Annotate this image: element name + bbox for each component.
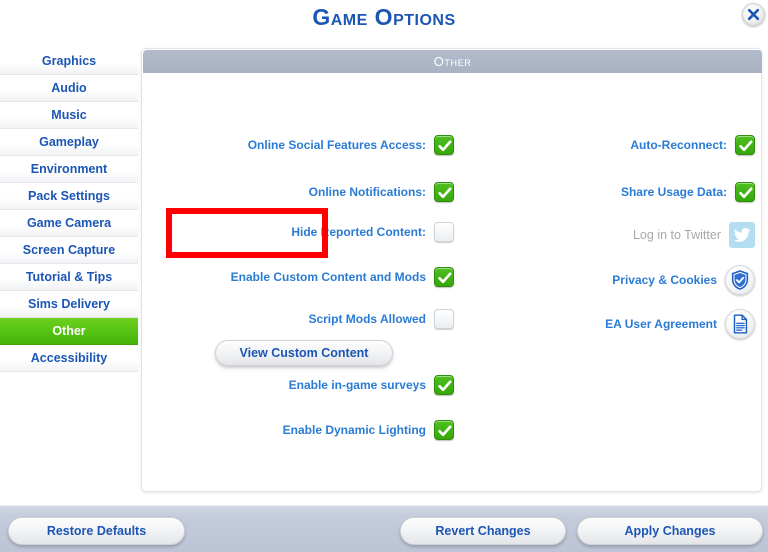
sidebar-item-other[interactable]: Other [0,318,138,345]
option-label: Enable in-game surveys [288,377,426,392]
checkbox-script-mods-allowed[interactable] [434,309,454,329]
close-x-icon [747,8,760,21]
restore-defaults-button[interactable]: Restore Defaults [8,517,185,545]
option-label: Online Notifications: [308,184,426,199]
close-button[interactable] [742,3,765,26]
option-label: Hide Reported Content: [291,224,426,239]
option-row-view-custom-content: View Custom Content [154,340,454,366]
twitter-bird-icon[interactable] [729,222,755,248]
shield-check-icon[interactable] [725,265,755,295]
option-label: Enable Dynamic Lighting [282,422,426,437]
sidebar-item-label: Audio [51,81,87,95]
option-label: Enable Custom Content and Mods [230,269,426,284]
sidebar-item-label: Other [52,324,86,338]
sidebar-item-audio[interactable]: Audio [0,75,138,102]
sidebar-item-tutorial-tips[interactable]: Tutorial & Tips [0,264,138,291]
sidebar-item-label: Game Camera [26,216,112,230]
sidebar-item-sims-delivery[interactable]: Sims Delivery [0,291,138,318]
sidebar-item-game-camera[interactable]: Game Camera [0,210,138,237]
sidebar-item-environment[interactable]: Environment [0,156,138,183]
option-label: Share Usage Data: [620,184,727,199]
checkbox-enable-in-game-surveys[interactable] [434,375,454,395]
option-label: Online Social Features Access: [247,137,426,152]
view-custom-content-button[interactable]: View Custom Content [215,340,393,366]
options-panel: Other Online Social Features Access: Onli… [141,48,762,492]
option-label: EA User Agreement [605,316,717,331]
sidebar-item-label: Tutorial & Tips [25,270,113,284]
sidebar-item-label: Environment [30,162,108,176]
option-row-enable-custom-content-and-mods: Enable Custom Content and Mods [154,267,454,287]
checkbox-enable-custom-content-and-mods[interactable] [434,267,454,287]
game-options-dialog: Game Options Graphics Audio Music Gameplay E… [0,0,768,552]
sidebar-item-label: Pack Settings [28,189,110,203]
footer-bar: Restore Defaults Revert Changes Apply Ch… [0,505,768,552]
sidebar-item-label: Graphics [41,54,97,68]
checkbox-share-usage-data[interactable] [735,182,755,202]
option-label: Auto-Reconnect: [630,137,727,152]
checkbox-online-social-features-access[interactable] [434,135,454,155]
option-row-online-social-features-access: Online Social Features Access: [154,135,454,155]
sidebar-item-music[interactable]: Music [0,102,138,129]
sidebar-item-label: Screen Capture [22,243,116,257]
sidebar-item-label: Accessibility [30,351,108,365]
sidebar-item-label: Sims Delivery [28,297,110,311]
option-row-share-usage-data: Share Usage Data: [460,182,755,202]
option-row-enable-in-game-surveys: Enable in-game surveys [154,375,454,395]
sidebar-item-accessibility[interactable]: Accessibility [0,345,138,372]
checkbox-enable-dynamic-lighting[interactable] [434,420,454,440]
sidebar-item-graphics[interactable]: Graphics [0,48,138,75]
checkbox-online-notifications[interactable] [434,182,454,202]
apply-changes-button[interactable]: Apply Changes [577,517,763,545]
sidebar-item-gameplay[interactable]: Gameplay [0,129,138,156]
option-row-privacy-cookies: Privacy & Cookies [460,265,755,295]
page-title: Game Options [312,4,456,30]
sidebar-item-pack-settings[interactable]: Pack Settings [0,183,138,210]
option-row-hide-reported-content: Hide Reported Content: [154,222,454,242]
sidebar-item-label: Music [51,108,87,122]
option-row-script-mods-allowed: Script Mods Allowed [154,309,454,329]
option-row-log-in-to-twitter: Log in to Twitter [460,222,755,248]
panel-header: Other [143,50,762,73]
option-row-ea-user-agreement: EA User Agreement [460,309,755,339]
document-icon[interactable] [725,309,755,339]
option-label: Log in to Twitter [632,227,721,242]
revert-changes-button[interactable]: Revert Changes [400,517,566,545]
sidebar-item-label: Gameplay [39,135,99,149]
checkbox-auto-reconnect[interactable] [735,135,755,155]
option-row-enable-dynamic-lighting: Enable Dynamic Lighting [154,420,454,440]
option-row-online-notifications: Online Notifications: [154,182,454,202]
sidebar: Graphics Audio Music Gameplay Environment Pac… [0,48,138,376]
option-label: Privacy & Cookies [612,272,717,287]
option-row-auto-reconnect: Auto-Reconnect: [460,135,755,155]
sidebar-item-screen-capture[interactable]: Screen Capture [0,237,138,264]
option-label: Script Mods Allowed [308,311,426,326]
checkbox-hide-reported-content[interactable] [434,222,454,242]
